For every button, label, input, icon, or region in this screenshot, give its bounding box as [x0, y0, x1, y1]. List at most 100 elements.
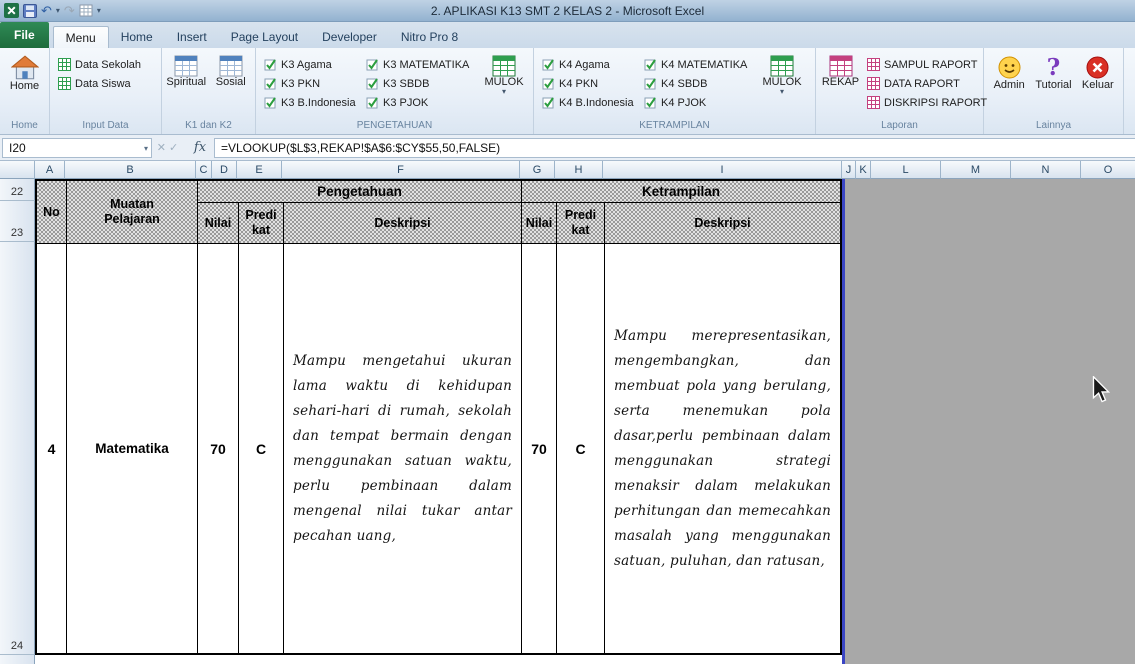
select-all-corner[interactable] [0, 161, 35, 179]
button-label: Spiritual [166, 76, 207, 88]
cell-no-value[interactable]: 4 [37, 244, 67, 653]
cell-predikat-ketrampilan-header[interactable]: Predi kat [557, 203, 605, 244]
column-header-a[interactable]: A [35, 161, 65, 179]
button-label: K4 PJOK [661, 96, 707, 109]
k4-sbdb-button[interactable]: K4 SBDB [639, 74, 759, 93]
outside-print-area[interactable] [845, 179, 1135, 664]
k4-matematika-button[interactable]: K4 MATEMATIKA [639, 55, 759, 74]
tab-insert[interactable]: Insert [165, 26, 219, 48]
chevron-down-icon: ▾ [779, 86, 784, 96]
spiritual-button[interactable]: Spiritual [165, 51, 208, 90]
ribbon-group-ketrampilan: K4 Agama K4 PKN K4 B.Indonesia K4 MATEMA… [534, 48, 816, 134]
tab-developer[interactable]: Developer [310, 26, 389, 48]
diskripsi-raport-button[interactable]: DISKRIPSI RAPORT [862, 93, 987, 112]
cell-muatan-pelajaran-header[interactable]: Muatan Pelajaran [67, 181, 198, 244]
insert-function-button[interactable]: fx [186, 140, 214, 155]
row-header-24[interactable]: 24 [0, 242, 35, 655]
column-header-b[interactable]: B [65, 161, 196, 179]
cell-predikat-pengetahuan-header[interactable]: Predi kat [239, 203, 284, 244]
table-green-icon [770, 55, 794, 77]
cell-text: Mampu merepresentasikan, mengembangkan, … [614, 327, 831, 569]
cell-pengetahuan-header[interactable]: Pengetahuan [198, 181, 522, 203]
button-label: Home [9, 80, 40, 92]
button-label: Keluar [1081, 79, 1114, 91]
row-25-partial[interactable] [35, 655, 842, 664]
column-header-i[interactable]: I [603, 161, 842, 179]
cell-predikat-pengetahuan-value[interactable]: C [239, 244, 284, 653]
cell-deskripsi-pengetahuan-header[interactable]: Deskripsi [284, 203, 522, 244]
data-raport-button[interactable]: DATA RAPORT [862, 74, 980, 93]
cell-muatan-value[interactable]: Matematika [67, 244, 198, 653]
ribbon-group-home: Home Home [0, 48, 50, 134]
cell-deskripsi-pengetahuan-value[interactable]: Mampu mengetahui ukuran lama waktu di ke… [284, 244, 522, 653]
column-header-o[interactable]: O [1081, 161, 1135, 179]
mulok-pengetahuan-button[interactable]: MULOK ▾ [481, 51, 527, 96]
rekap-button[interactable]: REKAP [819, 51, 862, 90]
cell-no-header[interactable]: No [37, 181, 67, 244]
button-label: Tutorial [1035, 79, 1072, 91]
tab-home[interactable]: Home [109, 26, 165, 48]
smiley-icon [997, 55, 1022, 80]
column-header-e[interactable]: E [237, 161, 282, 179]
formula-input[interactable]: =VLOOKUP($L$3,REKAP!$A$6:$CY$55,50,FALSE… [214, 137, 1135, 158]
home-button[interactable]: Home [3, 51, 46, 94]
k3-bindonesia-button[interactable]: K3 B.Indonesia [259, 93, 361, 112]
column-header-l[interactable]: L [871, 161, 941, 179]
button-label: DATA RAPORT [884, 77, 960, 90]
worksheet: A B C D E F G H I J K L M N O 22 23 24 N… [0, 161, 1135, 664]
cell-text: 70 [210, 440, 226, 457]
cell-nilai-ketrampilan-header[interactable]: Nilai [522, 203, 557, 244]
cell-nilai-pengetahuan-value[interactable]: 70 [198, 244, 239, 653]
k3-agama-button[interactable]: K3 Agama [259, 55, 361, 74]
row-header-23[interactable]: 23 [0, 201, 35, 242]
column-header-g[interactable]: G [520, 161, 555, 179]
column-header-k[interactable]: K [856, 161, 871, 179]
name-box-dropdown-icon[interactable]: ▾ [144, 144, 148, 153]
keluar-button[interactable]: Keluar [1076, 51, 1120, 93]
tab-file[interactable]: File [0, 22, 49, 48]
k3-matematika-button[interactable]: K3 MATEMATIKA [361, 55, 481, 74]
sampul-raport-button[interactable]: SAMPUL RAPORT [862, 55, 980, 74]
cell-deskripsi-ketrampilan-value[interactable]: Mampu merepresentasikan, mengembangkan, … [605, 244, 840, 653]
tab-menu[interactable]: Menu [52, 26, 109, 48]
k4-bindonesia-button[interactable]: K4 B.Indonesia [537, 93, 639, 112]
column-header-h[interactable]: H [555, 161, 603, 179]
k3-pkn-button[interactable]: K3 PKN [259, 74, 361, 93]
question-mark-icon: ? [1046, 54, 1061, 81]
column-header-c[interactable]: C [196, 161, 212, 179]
column-header-n[interactable]: N [1011, 161, 1081, 179]
tutorial-button[interactable]: ? Tutorial [1031, 51, 1075, 93]
row-header-partial[interactable] [0, 655, 35, 664]
mulok-ketrampilan-button[interactable]: MULOK ▾ [759, 51, 805, 96]
cell-predikat-ketrampilan-value[interactable]: C [557, 244, 605, 653]
cell-ketrampilan-header[interactable]: Ketrampilan [522, 181, 840, 203]
name-box[interactable]: I20 ▾ [2, 137, 152, 158]
button-label: K4 MATEMATIKA [661, 58, 748, 71]
k4-pkn-button[interactable]: K4 PKN [537, 74, 639, 93]
button-label: K4 B.Indonesia [559, 96, 634, 109]
tab-nitro-pro-8[interactable]: Nitro Pro 8 [389, 26, 470, 48]
data-sekolah-button[interactable]: Data Sekolah [53, 55, 146, 74]
column-header-d[interactable]: D [212, 161, 237, 179]
ribbon-group-k1-dan-k2: Spiritual Sosial K1 dan K2 [162, 48, 256, 134]
cell-deskripsi-ketrampilan-header[interactable]: Deskripsi [605, 203, 840, 244]
cell-nilai-pengetahuan-header[interactable]: Nilai [198, 203, 239, 244]
data-siswa-button[interactable]: Data Siswa [53, 74, 146, 93]
k4-agama-button[interactable]: K4 Agama [537, 55, 639, 74]
k3-pjok-button[interactable]: K3 PJOK [361, 93, 481, 112]
group-label: Lainnya [1035, 120, 1072, 131]
k4-pjok-button[interactable]: K4 PJOK [639, 93, 759, 112]
cell-text: Deskripsi [694, 215, 751, 230]
tab-page-layout[interactable]: Page Layout [219, 26, 310, 48]
table-blue-icon [174, 55, 198, 77]
cell-nilai-ketrampilan-value[interactable]: 70 [522, 244, 557, 653]
admin-button[interactable]: Admin [987, 51, 1031, 93]
column-header-m[interactable]: M [941, 161, 1011, 179]
table-green-icon [58, 77, 71, 90]
row-header-22[interactable]: 22 [0, 179, 35, 201]
column-header-f[interactable]: F [282, 161, 520, 179]
sosial-button[interactable]: Sosial [210, 51, 253, 90]
column-header-j[interactable]: J [842, 161, 856, 179]
k3-sbdb-button[interactable]: K3 SBDB [361, 74, 481, 93]
ribbon: Home Home Data Sekolah Data Siswa Input … [0, 48, 1135, 135]
